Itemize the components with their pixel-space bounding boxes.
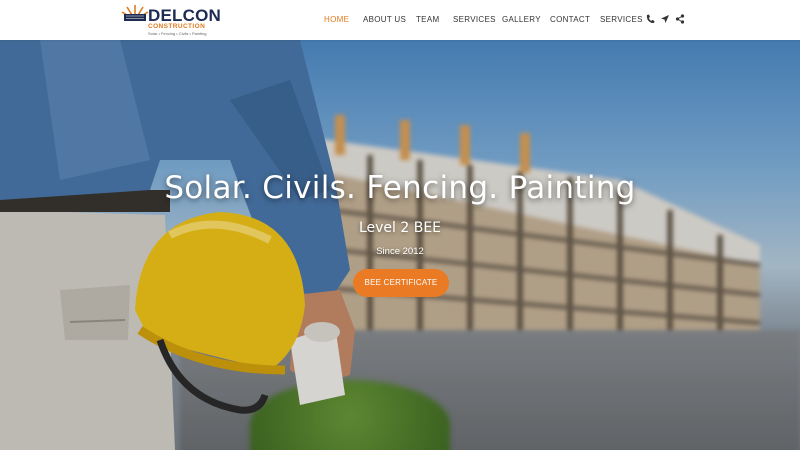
sun-logo-icon <box>121 5 149 21</box>
nav-gallery[interactable]: GALLERY <box>502 15 541 24</box>
nav-services-2[interactable]: SERVICES <box>600 15 643 24</box>
phone-icon[interactable] <box>645 13 655 25</box>
hero-subtitle: Level 2 BEE <box>358 220 442 236</box>
hero-darken-overlay <box>0 40 800 450</box>
hero-title: Solar. Civils. Fencing. Painting <box>164 170 636 206</box>
hero-section: Solar. Civils. Fencing. Painting Level 2… <box>0 40 800 450</box>
nav-about-us[interactable]: ABOUT US <box>363 15 406 24</box>
bee-certificate-button[interactable]: BEE CERTIFICATE <box>353 269 449 297</box>
nav-team[interactable]: TEAM <box>416 15 439 24</box>
brand-logo[interactable]: DELCON CONSTRUCTION Solar • Fencing • Ci… <box>120 3 221 37</box>
nav-services[interactable]: SERVICES <box>453 15 496 24</box>
nav-contact[interactable]: CONTACT <box>550 15 590 24</box>
hero-since-text: Since 2012 <box>376 246 424 257</box>
share-icon[interactable] <box>675 13 685 25</box>
brand-subname: CONSTRUCTION <box>148 23 206 30</box>
nav-home[interactable]: HOME <box>324 15 349 24</box>
brand-name: DELCON <box>148 6 221 25</box>
brand-tagline: Solar • Fencing • Civils • Painting <box>148 31 207 36</box>
top-navbar: DELCON CONSTRUCTION Solar • Fencing • Ci… <box>0 0 800 40</box>
location-arrow-icon[interactable] <box>660 13 670 25</box>
